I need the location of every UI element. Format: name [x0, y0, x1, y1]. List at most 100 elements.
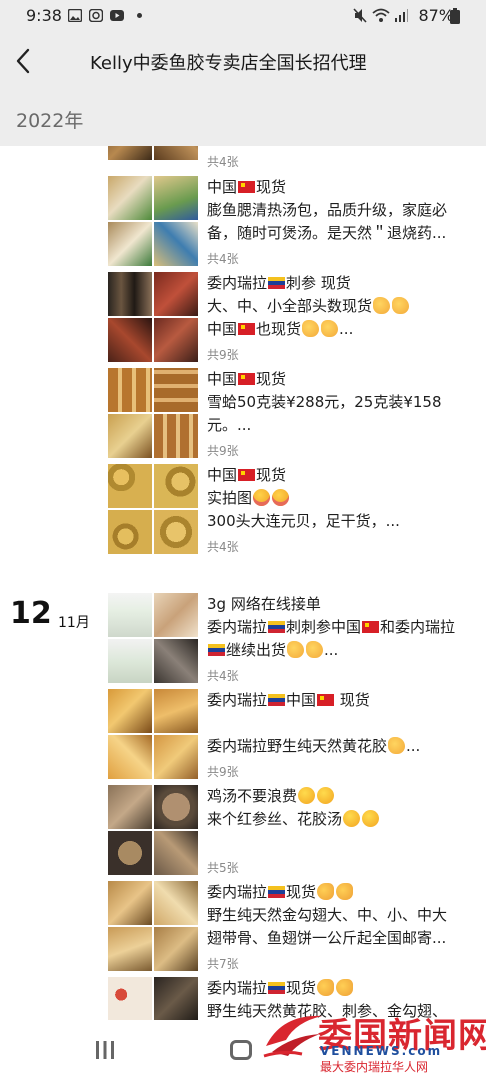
post-line-1: 膨鱼腮清热汤包，品质升级，家庭必 [207, 201, 448, 219]
thumbnail[interactable] [154, 146, 198, 160]
post-text: 鸡汤不要浪费 来个红参丝、花胶汤 [207, 785, 469, 831]
thumbnail[interactable] [108, 881, 152, 925]
thumbnail[interactable] [154, 593, 198, 637]
thumbnail[interactable] [108, 272, 152, 316]
flexed-biceps-icon [317, 979, 335, 996]
thumbnail[interactable] [108, 510, 152, 554]
thumbnail[interactable] [154, 927, 198, 971]
post-text: 委内瑞拉 中国 现货 委内瑞拉野生纯天然黄花胶... [207, 689, 469, 758]
thumbnail[interactable] [108, 735, 152, 779]
flexed-biceps-icon [336, 979, 354, 996]
thumbnail[interactable] [154, 735, 198, 779]
list-item[interactable]: 委内瑞拉 刺参 现货 大、中、小全部头数现货 中国 也现货... 共9张 [0, 272, 486, 366]
thumbnail[interactable] [154, 464, 198, 508]
thumbnail[interactable] [154, 689, 198, 733]
thumbnail[interactable] [108, 831, 152, 875]
thumbnail[interactable] [154, 785, 198, 829]
thumbnail[interactable] [154, 272, 198, 316]
post-line-2: 中国 也现货... [207, 320, 354, 338]
thumbnail[interactable] [108, 593, 152, 637]
moments-feed[interactable]: 共4张 中国 现货 膨鱼腮清热汤包，品质升级，家庭必 备，随时可煲汤。是天然＂退烧… [0, 146, 486, 1020]
post-text: 委内瑞拉 刺参 现货 大、中、小全部头数现货 中国 也现货... [207, 272, 469, 341]
thumbnail[interactable] [108, 464, 152, 508]
thumbnail[interactable] [154, 368, 198, 412]
venezuela-flag-icon [208, 644, 225, 656]
post-line-1: 委内瑞拉 刺刺参中国 和委内瑞拉 [207, 618, 456, 636]
heart-eyes-icon [253, 489, 271, 506]
venezuela-flag-icon [268, 277, 286, 289]
list-item[interactable]: 鸡汤不要浪费 来个红参丝、花胶汤 共5张 [0, 785, 486, 879]
list-item[interactable]: 中国 现货 膨鱼腮清热汤包，品质升级，家庭必 备，随时可煲汤。是天然＂退烧药...… [0, 176, 486, 268]
venezuela-flag-icon [268, 982, 286, 994]
home-button[interactable] [230, 1040, 252, 1060]
post-line-0: 3g 网络在线接单 [207, 595, 321, 613]
thumbnail[interactable] [154, 222, 198, 266]
dot-icon [137, 13, 142, 18]
post-line-2: 备，随时可煲汤。是天然＂退烧药... [207, 224, 447, 242]
thumbnail[interactable] [108, 639, 152, 683]
thumbnail[interactable] [108, 318, 152, 362]
thumbnail[interactable] [108, 689, 152, 733]
image-count: 共7张 [207, 957, 239, 971]
thumbnail[interactable] [108, 414, 152, 458]
post-line-0: 委内瑞拉 中国 现货 [207, 691, 370, 709]
post-line-0: 委内瑞拉 刺参 现货 [207, 274, 351, 292]
flexed-biceps-icon [336, 883, 354, 900]
post-line-1: 大、中、小全部头数现货 [207, 295, 469, 318]
thumbnail[interactable] [108, 146, 152, 160]
image-count: 共4张 [207, 252, 239, 266]
china-flag-icon [317, 694, 335, 706]
watermark-url: VENNEWS.com [320, 1044, 443, 1058]
post-line-0: 委内瑞拉 现货 [207, 977, 469, 1000]
signal-icon [395, 9, 408, 22]
image-count: 共4张 [207, 669, 239, 683]
thumbnail[interactable] [108, 222, 152, 266]
post-line-0: 委内瑞拉 现货 [207, 881, 469, 904]
venezuela-flag-icon [268, 621, 286, 633]
watermark: 委国新闻网 VENNEWS.com 最大委内瑞拉华人网 [262, 1006, 486, 1076]
post-line-0: 中国 现货 [207, 178, 287, 196]
thumbnail[interactable] [154, 176, 198, 220]
list-item[interactable]: 共4张 [0, 146, 486, 174]
back-arrow-icon[interactable] [14, 47, 34, 75]
watermark-subtitle: 最大委内瑞拉华人网 [320, 1060, 429, 1074]
image-count: 共9张 [207, 765, 239, 779]
post-line-0: 鸡汤不要浪费 [207, 785, 469, 808]
post-text: 中国 现货 膨鱼腮清热汤包，品质升级，家庭必 备，随时可煲汤。是天然＂退烧药... [207, 176, 469, 245]
thumbnail[interactable] [108, 785, 152, 829]
thumbnail[interactable] [108, 977, 152, 1020]
post-line-2: 继续出货... [207, 639, 469, 662]
image-count: 共5张 [207, 861, 239, 875]
battery-percent: 87% [418, 6, 454, 25]
list-item[interactable]: 中国 现货 雪蛤50克装¥288元，25克装¥158 元。... 共9张 [0, 368, 486, 462]
wifi-icon [372, 8, 390, 22]
thumbnail[interactable] [108, 176, 152, 220]
list-item[interactable]: 3g 网络在线接单 委内瑞拉 刺刺参中国 和委内瑞拉 继续出货... 共4张 [0, 593, 486, 687]
thumbnail[interactable] [154, 414, 198, 458]
china-flag-icon [238, 181, 256, 193]
image-count: 共4张 [207, 155, 239, 169]
vennews-logo-icon [263, 1015, 322, 1058]
thumbnail[interactable] [154, 318, 198, 362]
thumbnail[interactable] [154, 639, 198, 683]
post-text: 委内瑞拉 现货 野生纯天然金勾翅大、中、小、中大 翅带骨、鱼翅饼一公斤起全国邮寄.… [207, 881, 469, 950]
thumbnail[interactable] [108, 368, 152, 412]
list-item[interactable]: 委内瑞拉 中国 现货 委内瑞拉野生纯天然黄花胶... 共9张 [0, 689, 486, 783]
post-text: 3g 网络在线接单 委内瑞拉 刺刺参中国 和委内瑞拉 继续出货... [207, 593, 469, 662]
venezuela-flag-icon [268, 694, 286, 706]
image-count: 共9张 [207, 444, 239, 458]
list-item[interactable]: 中国 现货 实拍图 300头大连元贝，足干货，... 共4张 [0, 464, 486, 558]
post-line-1: 来个红参丝、花胶汤 [207, 808, 469, 831]
status-time: 9:38 [26, 6, 62, 25]
post-line-2: 元。... [207, 416, 252, 434]
thumbnail[interactable] [108, 927, 152, 971]
thumbnail[interactable] [154, 881, 198, 925]
venezuela-flag-icon [268, 886, 286, 898]
thumbnail[interactable] [154, 831, 198, 875]
recent-apps-icon[interactable] [94, 1040, 116, 1060]
thumbnail[interactable] [154, 977, 198, 1020]
list-item[interactable]: 委内瑞拉 现货 野生纯天然金勾翅大、中、小、中大 翅带骨、鱼翅饼一公斤起全国邮寄.… [0, 881, 486, 975]
china-flag-icon [238, 373, 256, 385]
china-flag-icon [362, 621, 380, 633]
thumbnail[interactable] [154, 510, 198, 554]
